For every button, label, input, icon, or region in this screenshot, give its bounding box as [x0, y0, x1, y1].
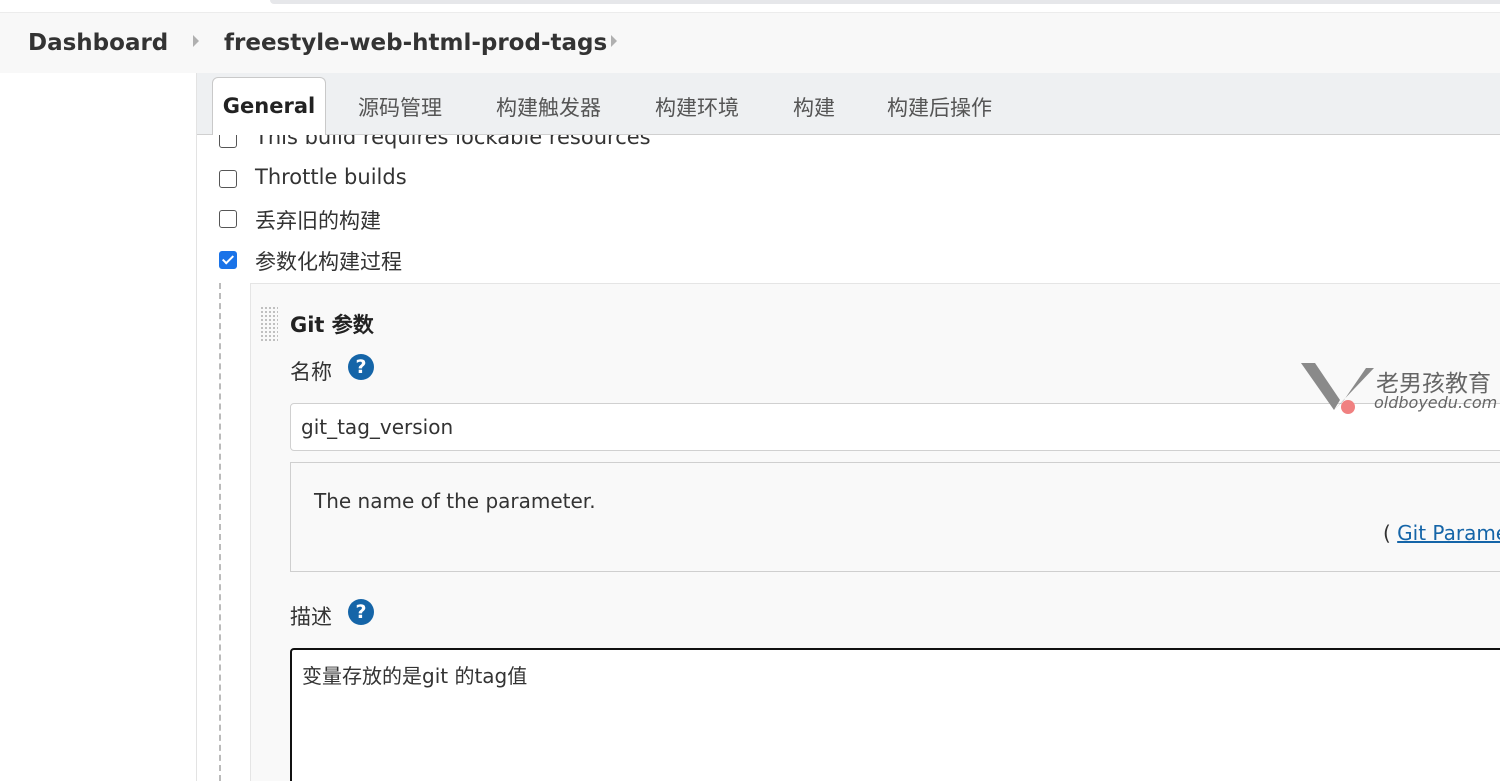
breadcrumb: Dashboard freestyle-web-html-prod-tags [0, 12, 1500, 74]
help-icon[interactable]: ? [348, 354, 374, 380]
name-label: 名称 [290, 360, 332, 384]
help-icon[interactable]: ? [348, 599, 374, 625]
config-tabs: General 源码管理 构建触发器 构建环境 构建 构建后操作 [197, 73, 1500, 135]
watermark-logo: 老男孩教育 oldboyedu.com [1300, 360, 1500, 420]
help-source: ( Git Parame [1383, 521, 1500, 545]
description-textarea[interactable]: 变量存放的是git 的tag值 [290, 648, 1500, 781]
watermark-en: oldboyedu.com [1374, 393, 1498, 412]
option-label: 参数化构建过程 [255, 250, 402, 274]
option-label: Throttle builds [255, 165, 407, 189]
name-help-text: The name of the parameter. [314, 489, 596, 513]
throttle-builds-checkbox[interactable] [219, 170, 237, 188]
description-label: 描述 [290, 605, 332, 629]
chevron-right-icon[interactable] [611, 35, 617, 47]
tab-build[interactable]: 构建 [793, 92, 835, 122]
breadcrumb-dashboard[interactable]: Dashboard [28, 30, 168, 56]
name-help-panel: The name of the parameter. ( Git Parame [290, 462, 1500, 572]
tab-build-env[interactable]: 构建环境 [655, 92, 739, 122]
help-link-prefix: ( [1383, 521, 1398, 545]
option-label: 丢弃旧的构建 [255, 209, 381, 233]
tab-triggers[interactable]: 构建触发器 [496, 92, 601, 122]
parameter-title: Git 参数 [290, 313, 374, 337]
section-guide-line [219, 283, 221, 781]
logo-mark-icon [1301, 363, 1374, 414]
tab-scm[interactable]: 源码管理 [358, 92, 442, 122]
browser-bar [270, 0, 1500, 4]
discard-old-builds-checkbox[interactable] [219, 210, 237, 228]
config-main: General 源码管理 构建触发器 构建环境 构建 构建后操作 This bu… [197, 73, 1500, 781]
left-sidebar [0, 73, 197, 781]
drag-handle-icon[interactable] [260, 306, 278, 342]
chevron-right-icon[interactable] [193, 35, 199, 47]
git-parameter-block: Git 参数 名称 ? The name of the parameter. (… [250, 283, 1500, 781]
tab-general[interactable]: General [212, 77, 326, 135]
breadcrumb-job[interactable]: freestyle-web-html-prod-tags [224, 30, 607, 56]
tab-post-build[interactable]: 构建后操作 [887, 92, 992, 122]
top-strip [0, 0, 1500, 12]
parameterized-checkbox[interactable] [219, 251, 237, 269]
git-parameter-plugin-link[interactable]: Git Parame [1397, 521, 1500, 545]
